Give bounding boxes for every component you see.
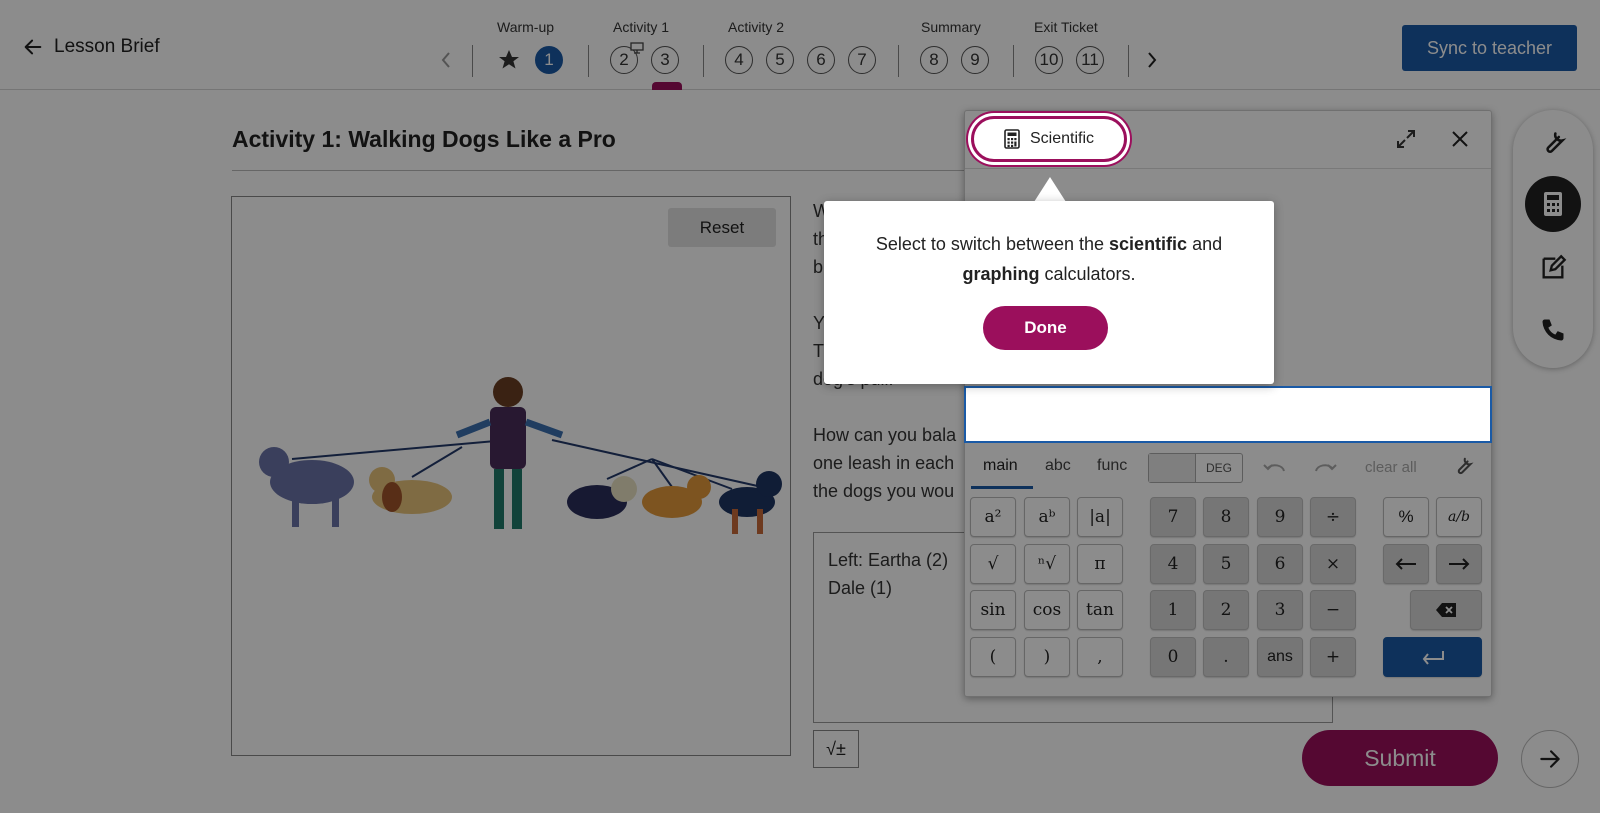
done-button[interactable]: Done [983, 306, 1108, 350]
tooltip-bold-scientific: scientific [1109, 234, 1188, 254]
calculator-icon [1004, 129, 1020, 149]
tooltip-text-part: and [1187, 234, 1223, 254]
calculator-mode-button[interactable]: Scientific [971, 116, 1127, 162]
tooltip-text-part: calculators. [1039, 264, 1136, 284]
tooltip-bold-graphing: graphing [962, 264, 1040, 284]
tooltip-pointer [1034, 177, 1066, 202]
calculator-input-field[interactable] [964, 386, 1492, 443]
tooltip-text-part: Select to switch between the [875, 234, 1110, 254]
tooltip-message: Select to switch between the scientific … [824, 229, 1274, 289]
calculator-mode-label: Scientific [1029, 130, 1095, 147]
